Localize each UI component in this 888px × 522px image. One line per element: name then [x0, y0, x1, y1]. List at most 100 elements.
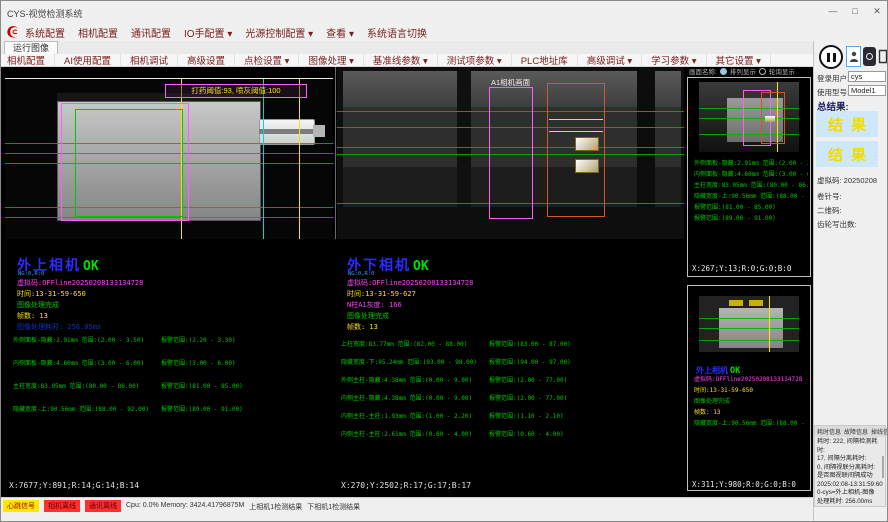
preview-thumb [699, 82, 799, 152]
left-cursor-coords: X:7677;Y:891;R:14;G:14;B:14 [9, 481, 139, 490]
info-tab-strip: 耗时信息 故障信息 掉线信息 [815, 426, 885, 437]
lower-camera-result: 下相机1检测结果 [307, 500, 360, 512]
model-field[interactable]: Model1 [848, 85, 886, 96]
info-stats-text: 耗时: 222, 间隔检测耗时: 17, 间隔分离耗时: 0, 间隔视联分离耗时… [815, 437, 885, 507]
measurement-row: 内侧面板-隐藏:4.60mm 范围:(3.00 - 6.00)报警范围:(3.0… [13, 358, 323, 367]
tool-plc-address[interactable]: PLC地址库 [521, 53, 578, 67]
alarm-range: 报警范围:(2.20 - 3.30) [161, 335, 236, 344]
measurement-row: 内侧主柱-隐藏:4.38mm 范围:(0.00 - 9.00)报警范围:(2.0… [341, 393, 671, 402]
measurement-value: 内侧面板-隐藏:4.60mm 范围:(3.00 - 6.00) [13, 358, 161, 367]
preview-header: 画面名称: 排列显示 轮询显示 [689, 66, 811, 76]
preview-panel-bottom[interactable]: 外上相机OK 虚拟码:OFFline20250208133134728 时间:1… [687, 285, 811, 491]
alarm-range: 报警范围:(2.00 - 77.00) [489, 375, 567, 384]
minimize-button[interactable]: — [823, 4, 843, 18]
result-box-1: 结果 [816, 111, 878, 137]
yellow-marker [749, 300, 763, 306]
maximize-button[interactable]: □ [845, 4, 865, 18]
measure-line [699, 328, 799, 329]
radio-cycle-label[interactable]: 轮询显示 [769, 66, 795, 76]
roi-label: A1相机画面 [491, 77, 530, 88]
tool-baseline-params[interactable]: 基准线参数 ▾ [373, 53, 438, 67]
measurement-value: 内侧主柱-主柱:2.61mm 范围:(0.60 - 4.00) [341, 429, 489, 438]
info-tab-offline[interactable]: 掉线信息 [871, 427, 888, 436]
pause-icon [833, 53, 836, 62]
threshold-caption: 打药阈值:93, 喷灰阈值:100 [165, 84, 307, 98]
alarm-range: 报警范围:(81.00 - 85.00) [161, 381, 243, 390]
preview-line: 报警范围:(81.00 - 85.00) [694, 202, 808, 213]
measurement-row: 隐藏宽度-下:95.24mm 范围:(93.00 - 98.00)报警范围:(9… [341, 357, 671, 366]
tool-advanced-settings[interactable]: 高级设置 [187, 53, 235, 67]
measurement-value: 上柱宽度:83.77mm 范围:(82.00 - 88.00) [341, 339, 489, 348]
info-tab-timing[interactable]: 耗时信息 [817, 427, 841, 436]
connector-nub [313, 125, 325, 137]
title-bar: CYS-视觉检测系统 — □ ✕ [1, 1, 888, 23]
status-bar: 心跳信号 相机离线 通讯离线 Cpu: 0.0% Memory: 3424.41… [1, 497, 813, 522]
measurement-value: 隐藏宽度-上:90.56mm 范围:(88.00 - 92.00) [13, 404, 161, 413]
alarm-range: 报警范围:(0.60 - 4.00) [489, 429, 564, 438]
alarm-range: 报警范围:(2.00 - 77.00) [489, 393, 567, 402]
tool-advanced-debug[interactable]: 高级调试 ▾ [587, 53, 642, 67]
center-done-line: 图像处理完成 [347, 311, 389, 321]
center-camera-image[interactable]: A1相机画面 [337, 67, 684, 239]
window-controls: — □ ✕ [823, 4, 887, 18]
radio-tile-label[interactable]: 排列显示 [730, 66, 756, 76]
yellow-measure-segment [549, 131, 603, 132]
pause-button[interactable] [819, 45, 843, 69]
roi-rect-green [75, 109, 183, 217]
tool-ai-config[interactable]: AI使用配置 [64, 53, 121, 67]
menu-io-config[interactable]: IO手配置 ▾ [184, 25, 232, 40]
pin-number-label: 卷针号: [817, 191, 842, 202]
measurement-row: 主柱宽度:83.05mm 范围:(80.00 - 86.00)报警范围:(81.… [13, 381, 323, 390]
camera-lens-button[interactable] [863, 47, 876, 66]
measurement-row: 外侧面板-隐藏:2.91mm 范围:(2.00 - 3.50)报警范围:(2.2… [13, 335, 323, 344]
menu-camera-config[interactable]: 相机配置 [78, 25, 118, 40]
measurement-value: 外侧主柱-隐藏:4.38mm 范围:(0.00 - 9.00) [341, 375, 489, 384]
close-button[interactable]: ✕ [867, 4, 887, 18]
info-tab-fault[interactable]: 故障信息 [844, 427, 868, 436]
tool-image-processing[interactable]: 图像处理 ▾ [308, 53, 363, 67]
preview-line: 隐藏宽度-上:90.56mm 范围:(88.00 - 92.00) [694, 418, 808, 429]
preview-top-lines: 外侧面板-隐藏:2.91mm 范围:(2.00 - 3.50) 内侧面板-隐藏:… [694, 158, 808, 224]
menu-system-config[interactable]: 系统配置 [25, 25, 65, 40]
left-elapsed-line: 图像处理耗时: 256.05ms [17, 322, 101, 332]
preview-thumb [699, 296, 799, 352]
led-highlight [765, 116, 775, 122]
radio-cycle-view[interactable] [759, 68, 766, 75]
left-frames-line: 帧数: 13 [17, 311, 48, 321]
measure-line-vertical [769, 296, 770, 352]
yellow-measure-segment [549, 119, 603, 120]
measure-line-cyan [263, 79, 264, 239]
preview-panel-top[interactable]: 外侧面板-隐藏:2.91mm 范围:(2.00 - 3.50) 内侧面板-隐藏:… [687, 77, 811, 277]
cpu-memory-status: Cpu: 0.0% Memory: 3424.41796875M [126, 500, 244, 509]
measure-line-vertical [299, 79, 300, 239]
menu-light-config[interactable]: 光源控制配置 ▾ [245, 25, 313, 40]
info-scrollbar[interactable] [882, 456, 884, 478]
pause-icon [827, 53, 830, 62]
preview-line: 虚拟码:OFFline20250208133134728 [694, 374, 808, 385]
preview-top-coords: X:267;Y:13;R:0;G:0;B:0 [692, 264, 791, 273]
left-camera-image[interactable]: 打药阈值:93, 喷灰阈值:100 [5, 78, 333, 239]
tool-camera-debug[interactable]: 相机调试 [130, 53, 178, 67]
menu-language-switch[interactable]: 系统语言切换 [367, 25, 427, 40]
center-camera-status: OK [413, 259, 429, 274]
menu-comm-config[interactable]: 通讯配置 [131, 25, 171, 40]
menu-bar: 系统配置 相机配置 通讯配置 IO手配置 ▾ 光源控制配置 ▾ 查看 ▾ 系统语… [1, 23, 888, 41]
app-window: CYS-视觉检测系统 — □ ✕ 系统配置 相机配置 通讯配置 IO手配置 ▾ … [0, 0, 888, 522]
comm-offline-badge: 通讯离线 [85, 500, 121, 512]
user-button[interactable] [846, 46, 861, 67]
result-box-2: 结果 [816, 141, 878, 167]
tool-camera-config[interactable]: 相机配置 [7, 53, 55, 67]
alarm-range: 报警范围:(83.00 - 87.00) [489, 339, 571, 348]
measurement-value: 内侧主柱-主柱:1.93mm 范围:(1.00 - 2.20) [341, 411, 489, 420]
tool-learning-params[interactable]: 学习参数 ▾ [651, 53, 706, 67]
tool-test-params[interactable]: 测试项参数 ▾ [447, 53, 512, 67]
login-user-field[interactable]: cys [848, 71, 886, 82]
menu-view[interactable]: 查看 ▾ [326, 25, 354, 40]
logout-button[interactable] [878, 46, 888, 67]
led-highlight [575, 137, 599, 151]
tool-spot-check[interactable]: 点检设置 ▾ [244, 53, 299, 67]
radio-tile-view[interactable] [720, 68, 727, 75]
left-camera-status: OK [83, 259, 99, 274]
tool-other-settings[interactable]: 其它设置 ▾ [716, 53, 771, 67]
measurement-value: 隐藏宽度-下:95.24mm 范围:(93.00 - 98.00) [341, 357, 489, 366]
